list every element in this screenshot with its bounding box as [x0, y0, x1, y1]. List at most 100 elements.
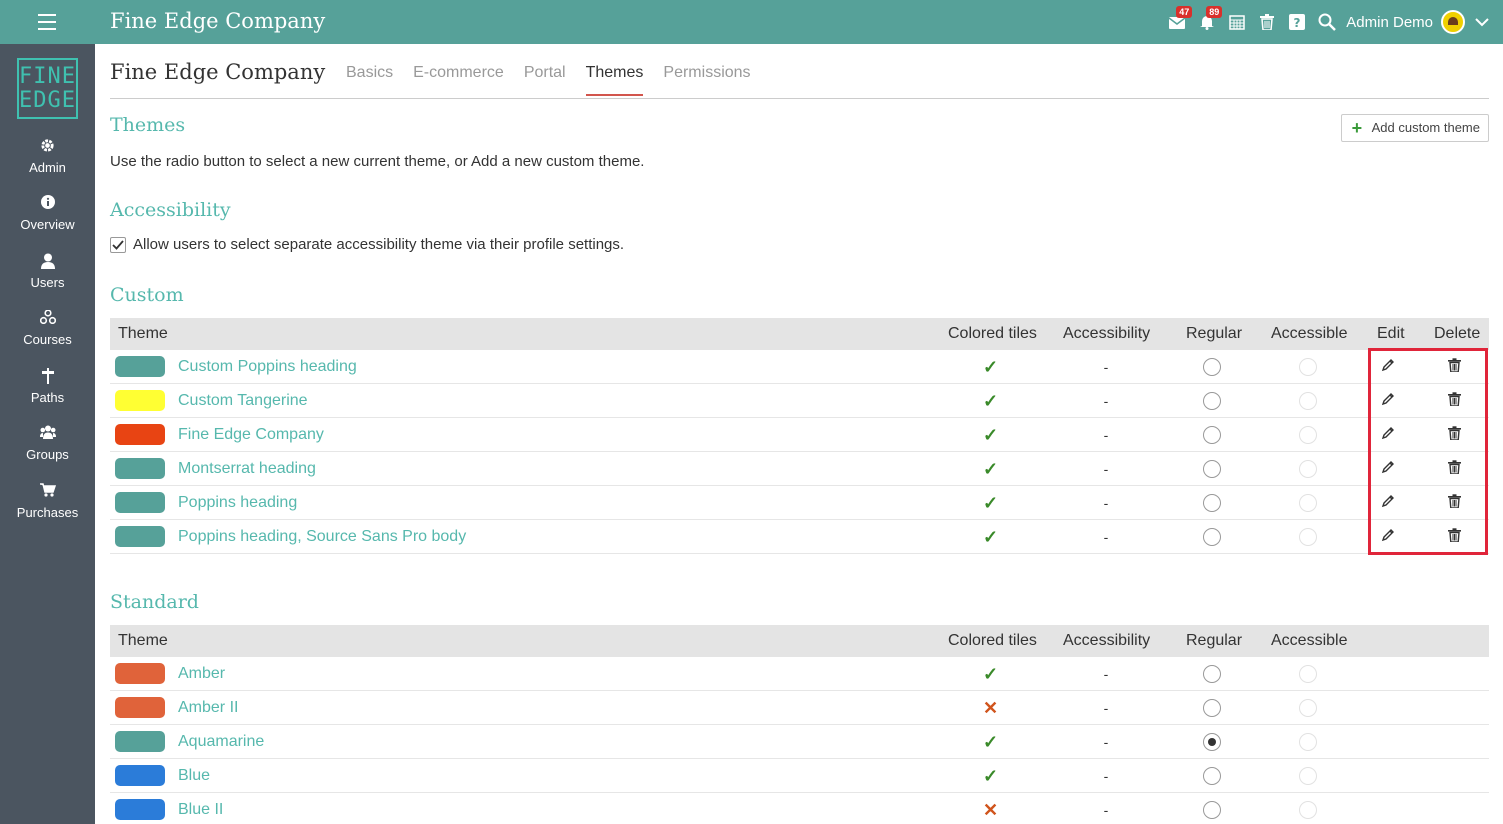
accessibility-cell: - [1056, 793, 1156, 824]
logo[interactable]: FINE EDGE [17, 58, 78, 119]
theme-color-swatch [115, 526, 165, 547]
regular-cell [1177, 725, 1247, 759]
regular-radio[interactable] [1203, 528, 1221, 546]
accessible-radio [1299, 358, 1317, 376]
trash-icon[interactable] [1447, 459, 1461, 479]
trash-button[interactable] [1252, 0, 1282, 44]
trash-icon[interactable] [1447, 425, 1461, 445]
theme-name-link[interactable]: Montserrat heading [178, 460, 316, 478]
pencil-icon[interactable] [1381, 426, 1395, 445]
theme-name-link[interactable]: Poppins heading [178, 494, 297, 512]
theme-name-link[interactable]: Blue [178, 767, 210, 785]
theme-name-link[interactable]: Amber [178, 665, 225, 683]
colored-tiles-cell: ✓ [938, 486, 1043, 520]
trash-icon[interactable] [1447, 527, 1461, 547]
theme-name-link[interactable]: Blue II [178, 801, 223, 819]
regular-radio[interactable] [1203, 460, 1221, 478]
tab-bar: Basics E-commerce Portal Themes Permissi… [346, 64, 771, 96]
tab-permissions[interactable]: Permissions [663, 64, 750, 96]
accessibility-value: - [1103, 529, 1109, 545]
col-accessible: Accessible [1271, 632, 1348, 649]
colored-tiles-cell: ✕ [938, 691, 1043, 725]
regular-radio[interactable] [1203, 699, 1221, 717]
theme-name-link[interactable]: Custom Poppins heading [178, 358, 357, 376]
table-row: Custom Poppins heading ✓ - [110, 350, 1489, 384]
accessible-cell [1273, 384, 1343, 418]
colored-tiles-cell: ✓ [938, 418, 1043, 452]
theme-name-link[interactable]: Aquamarine [178, 733, 264, 751]
tab-portal[interactable]: Portal [524, 64, 566, 96]
table-row: Aquamarine ✓ - [110, 725, 1489, 759]
delete-cell [1434, 418, 1474, 452]
sidebar-item-users[interactable]: Users [0, 253, 95, 290]
trash-icon[interactable] [1447, 391, 1461, 411]
pencil-icon[interactable] [1381, 528, 1395, 547]
accessible-radio [1299, 801, 1317, 819]
delete-cell [1434, 452, 1474, 486]
accessible-cell [1273, 793, 1343, 824]
pencil-icon[interactable] [1381, 392, 1395, 411]
notifications-button[interactable]: 89 [1192, 0, 1223, 44]
user-menu-toggle[interactable] [1475, 0, 1489, 44]
pencil-icon[interactable] [1381, 494, 1395, 513]
theme-name-link[interactable]: Fine Edge Company [178, 426, 324, 444]
theme-name-link[interactable]: Poppins heading, Source Sans Pro body [178, 528, 466, 546]
messages-badge: 47 [1176, 6, 1193, 18]
sidebar-item-groups[interactable]: Groups [0, 425, 95, 462]
table-row: Blue ✓ - [110, 759, 1489, 793]
theme-name-link[interactable]: Amber II [178, 699, 238, 717]
accessibility-value: - [1103, 495, 1109, 511]
col-regular: Regular [1186, 632, 1243, 649]
col-accessibility: Accessibility [1063, 632, 1151, 649]
regular-radio[interactable] [1203, 426, 1221, 444]
sidebar-item-label: Admin [29, 160, 66, 175]
regular-radio[interactable] [1203, 801, 1221, 819]
chevron-down-icon [1475, 17, 1489, 26]
themes-description: Use the radio button to select a new cur… [110, 153, 645, 170]
trash-icon[interactable] [1447, 357, 1461, 377]
regular-radio[interactable] [1203, 392, 1221, 410]
sidebar-item-admin[interactable]: Admin [0, 138, 95, 175]
regular-radio[interactable] [1203, 665, 1221, 683]
accessibility-cell: - [1056, 520, 1156, 554]
calendar-button[interactable] [1222, 0, 1252, 44]
signpost-icon [0, 368, 95, 386]
regular-radio[interactable] [1203, 358, 1221, 376]
avatar[interactable] [1441, 10, 1465, 34]
tab-themes[interactable]: Themes [585, 64, 644, 96]
check-icon: ✓ [982, 424, 999, 445]
messages-button[interactable]: 47 [1162, 0, 1193, 44]
accessible-radio [1299, 733, 1317, 751]
regular-cell [1177, 350, 1247, 384]
sidebar-item-label: Courses [23, 332, 72, 347]
colored-tiles-cell: ✓ [938, 759, 1043, 793]
colored-tiles-cell: ✓ [938, 657, 1043, 691]
accessibility-checkbox[interactable] [110, 236, 126, 253]
menu-icon[interactable] [38, 14, 56, 30]
add-custom-theme-button[interactable]: + Add custom theme [1340, 114, 1489, 142]
tab-basics[interactable]: Basics [346, 64, 393, 96]
regular-radio[interactable] [1203, 767, 1221, 785]
pencil-icon[interactable] [1381, 460, 1395, 479]
help-button[interactable]: ? [1282, 0, 1312, 44]
add-custom-theme-label: Add custom theme [1371, 120, 1480, 135]
regular-radio[interactable] [1203, 494, 1221, 512]
sidebar-item-overview[interactable]: Overview [0, 195, 95, 232]
regular-radio[interactable] [1203, 733, 1221, 751]
user-name[interactable]: Admin Demo [1346, 14, 1433, 31]
search-button[interactable] [1312, 0, 1342, 44]
pencil-icon[interactable] [1381, 358, 1395, 377]
accessibility-heading: Accessibility [110, 199, 231, 221]
table-row: Blue II ✕ - [110, 793, 1489, 824]
theme-name-link[interactable]: Custom Tangerine [178, 392, 308, 410]
accessible-cell [1273, 452, 1343, 486]
sidebar-item-paths[interactable]: Paths [0, 368, 95, 405]
trash-icon[interactable] [1447, 493, 1461, 513]
col-colored-tiles: Colored tiles [948, 632, 1037, 649]
edit-cell [1368, 452, 1408, 486]
accessibility-value: - [1103, 461, 1109, 477]
tab-ecommerce[interactable]: E-commerce [413, 64, 504, 96]
sidebar-item-courses[interactable]: Courses [0, 309, 95, 347]
sidebar-item-purchases[interactable]: Purchases [0, 483, 95, 520]
table-row: Poppins heading, Source Sans Pro body ✓ - [110, 520, 1489, 554]
